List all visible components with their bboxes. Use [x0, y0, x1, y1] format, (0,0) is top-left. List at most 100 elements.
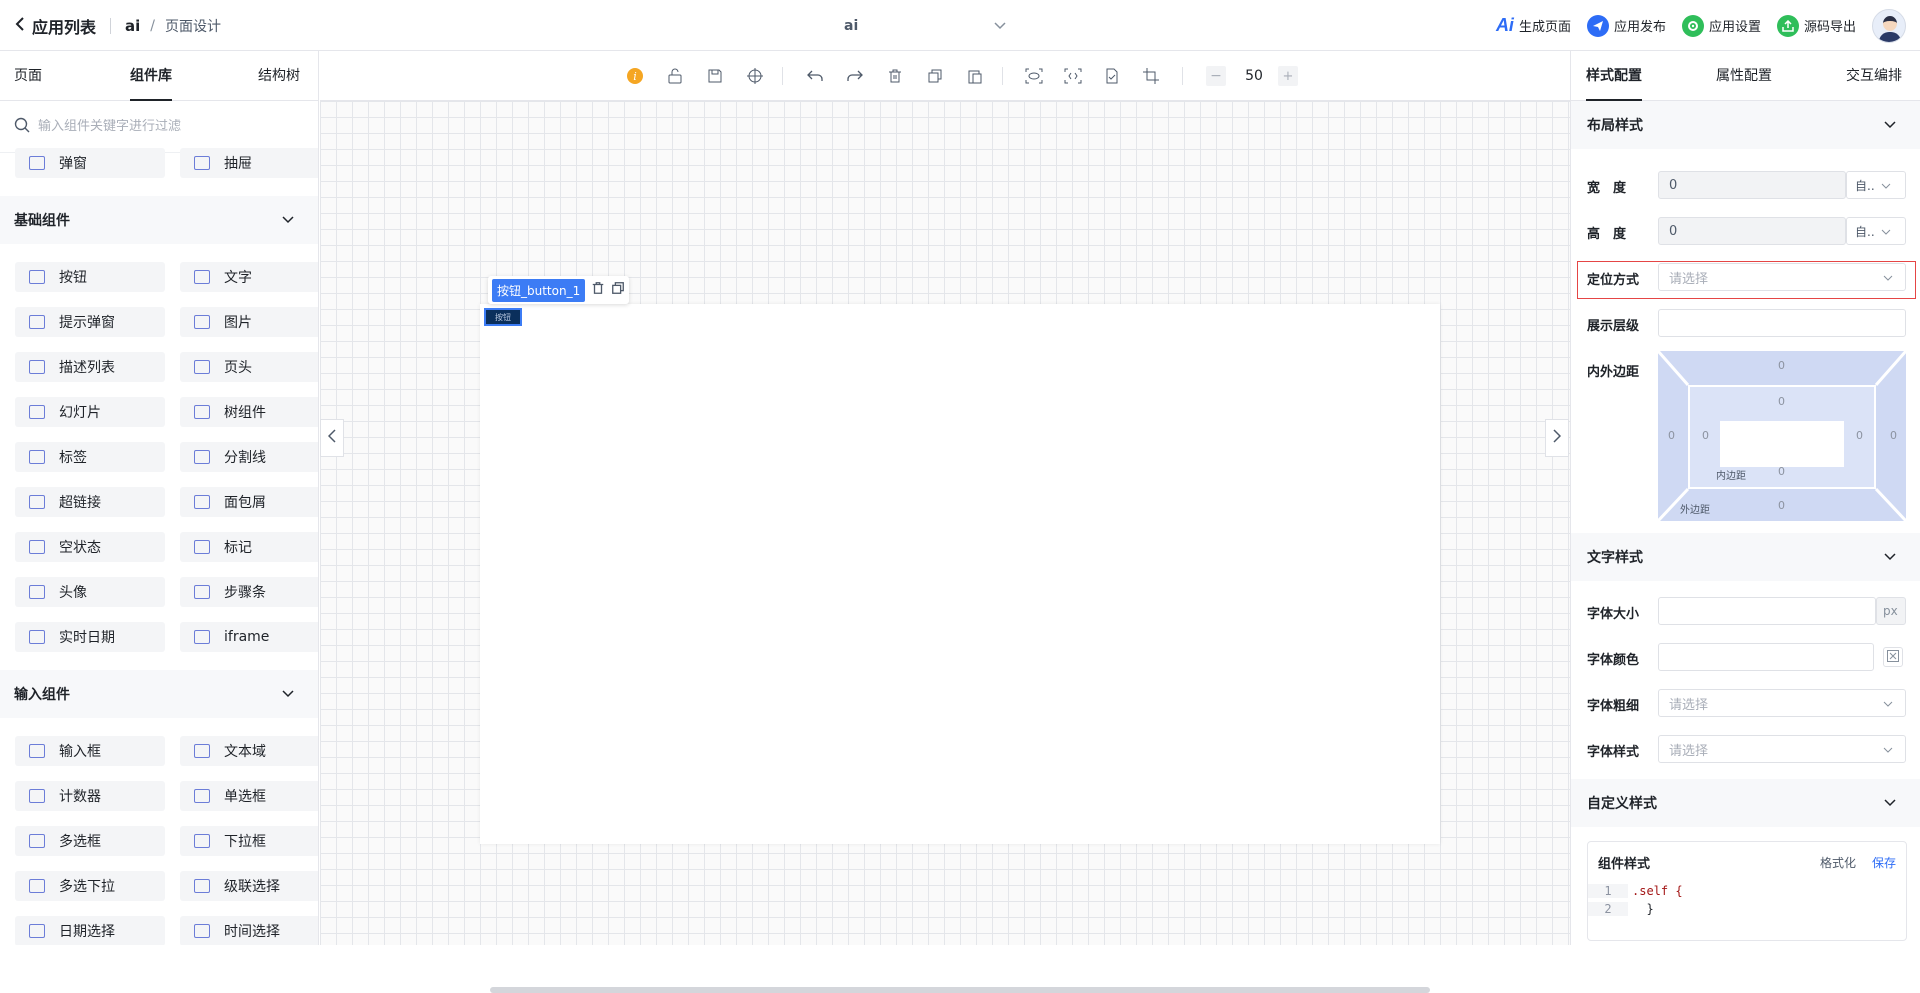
check-file-icon[interactable] [1102, 66, 1122, 86]
component-item[interactable]: 时间选择 [180, 916, 318, 945]
tab-pages[interactable]: 页面 [14, 51, 42, 101]
font-style-select[interactable]: 请选择 [1658, 735, 1906, 763]
component-item[interactable]: 按钮 [15, 262, 165, 292]
component-item[interactable]: 输入框 [15, 736, 165, 766]
zoom-in-button[interactable]: + [1278, 66, 1298, 86]
component-item[interactable]: 面包屑 [180, 487, 318, 517]
undo-icon[interactable] [805, 66, 825, 86]
component-item[interactable]: 实时日期 [15, 622, 165, 652]
selected-button-component[interactable]: 按钮 [484, 308, 522, 326]
width-unit-select[interactable]: 自.. [1846, 171, 1906, 199]
margin-left-value[interactable]: 0 [1668, 429, 1675, 442]
tab-style-config[interactable]: 样式配置 [1586, 51, 1642, 101]
format-button[interactable]: 格式化 [1820, 854, 1856, 871]
zindex-input[interactable] [1658, 309, 1906, 337]
color-picker-button[interactable] [1883, 647, 1903, 667]
export-source-label: 源码导出 [1803, 20, 1856, 35]
component-item[interactable]: 日期选择 [15, 916, 165, 945]
code-view-icon[interactable] [1063, 66, 1083, 86]
redo-icon[interactable] [845, 66, 865, 86]
component-item[interactable]: 空状态 [15, 532, 165, 562]
section-custom-style[interactable]: 自定义样式 [1571, 779, 1920, 827]
code-line[interactable]: 2 } [1588, 900, 1906, 918]
save-icon[interactable] [705, 66, 725, 86]
component-item[interactable]: 单选框 [180, 781, 318, 811]
collapse-right-panel-button[interactable] [1545, 419, 1569, 457]
component-item[interactable]: 分割线 [180, 442, 318, 472]
zoom-out-button[interactable]: − [1206, 66, 1226, 86]
component-item[interactable]: 抽屉 [180, 148, 318, 178]
tab-structure-tree[interactable]: 结构树 [258, 51, 300, 101]
component-item[interactable]: 步骤条 [180, 577, 318, 607]
tab-property-config[interactable]: 属性配置 [1716, 51, 1772, 101]
section-basic-components[interactable]: 基础组件 [0, 196, 318, 244]
padding-left-value[interactable]: 0 [1702, 429, 1709, 442]
preview-icon[interactable] [1024, 66, 1044, 86]
padding-top-value[interactable]: 0 [1778, 395, 1785, 408]
selected-component-label[interactable]: 按钮_button_1 [492, 278, 586, 302]
margin-top-value[interactable]: 0 [1778, 359, 1785, 372]
unlock-icon[interactable] [665, 66, 685, 86]
copy-icon[interactable] [925, 66, 945, 86]
component-item[interactable]: 提示弹窗 [15, 307, 165, 337]
margin-right-value[interactable]: 0 [1890, 429, 1897, 442]
component-item[interactable]: 超链接 [15, 487, 165, 517]
copy-icon[interactable] [611, 281, 625, 299]
tab-component-library[interactable]: 组件库 [130, 51, 172, 101]
save-code-button[interactable]: 保存 [1872, 854, 1896, 871]
section-input-components[interactable]: 输入组件 [0, 670, 318, 718]
component-item[interactable]: 文字 [180, 262, 318, 292]
padding-right-value[interactable]: 0 [1856, 429, 1863, 442]
width-input[interactable]: 0 [1658, 171, 1846, 199]
horizontal-scrollbar[interactable] [490, 987, 1430, 993]
page-canvas[interactable] [480, 304, 1440, 844]
publish-app-button[interactable]: 应用发布 [1586, 14, 1666, 37]
component-item[interactable]: 幻灯片 [15, 397, 165, 427]
design-grid[interactable]: 按钮_button_1 按钮 [320, 101, 1570, 993]
font-size-input[interactable] [1658, 597, 1876, 625]
component-item[interactable]: 弹窗 [15, 148, 165, 178]
margin-bottom-value[interactable]: 0 [1778, 499, 1785, 512]
chevron-down-icon [994, 18, 1006, 34]
component-item[interactable]: 图片 [180, 307, 318, 337]
component-item[interactable]: 文本域 [180, 736, 318, 766]
user-avatar[interactable] [1872, 8, 1906, 43]
collapse-left-panel-button[interactable] [320, 419, 344, 457]
component-item[interactable]: iframe [180, 622, 318, 652]
target-icon[interactable] [745, 66, 765, 86]
component-item[interactable]: 标签 [15, 442, 165, 472]
component-item[interactable]: 标记 [180, 532, 318, 562]
app-settings-button[interactable]: 应用设置 [1681, 14, 1761, 37]
section-text-style[interactable]: 文字样式 [1571, 533, 1920, 581]
info-icon[interactable]: i [625, 66, 645, 86]
component-item[interactable]: 描述列表 [15, 352, 165, 382]
box-model-editor[interactable]: 0 0 0 0 0 0 0 0 内边距 外边距 [1658, 351, 1906, 521]
component-icon [194, 879, 210, 893]
component-item[interactable]: 多选下拉 [15, 871, 165, 901]
code-line[interactable]: 1 .self { [1588, 882, 1906, 900]
component-item[interactable]: 下拉框 [180, 826, 318, 856]
padding-bottom-value[interactable]: 0 [1778, 465, 1785, 478]
font-weight-select[interactable]: 请选择 [1658, 689, 1906, 717]
height-input[interactable]: 0 [1658, 217, 1846, 245]
delete-icon[interactable] [591, 281, 605, 299]
component-search-input[interactable] [38, 119, 288, 134]
component-item[interactable]: 级联选择 [180, 871, 318, 901]
component-item[interactable]: 多选框 [15, 826, 165, 856]
height-unit-select[interactable]: 自.. [1846, 217, 1906, 245]
generate-page-button[interactable]: Ai 生成页面 [1496, 15, 1571, 36]
crop-icon[interactable] [1141, 66, 1161, 86]
section-layout-style[interactable]: 布局样式 [1571, 101, 1920, 149]
app-short-name[interactable]: ai [125, 17, 140, 35]
export-source-button[interactable]: 源码导出 [1776, 14, 1856, 37]
component-item[interactable]: 计数器 [15, 781, 165, 811]
component-item[interactable]: 头像 [15, 577, 165, 607]
paste-icon[interactable] [965, 66, 985, 86]
delete-icon[interactable] [885, 66, 905, 86]
font-color-input[interactable] [1658, 643, 1874, 671]
component-item[interactable]: 树组件 [180, 397, 318, 427]
app-selector[interactable]: ai [828, 0, 1018, 51]
component-item[interactable]: 页头 [180, 352, 318, 382]
back-to-app-list-button[interactable]: 应用列表 [14, 14, 96, 38]
tab-interaction[interactable]: 交互编排 [1846, 51, 1902, 101]
